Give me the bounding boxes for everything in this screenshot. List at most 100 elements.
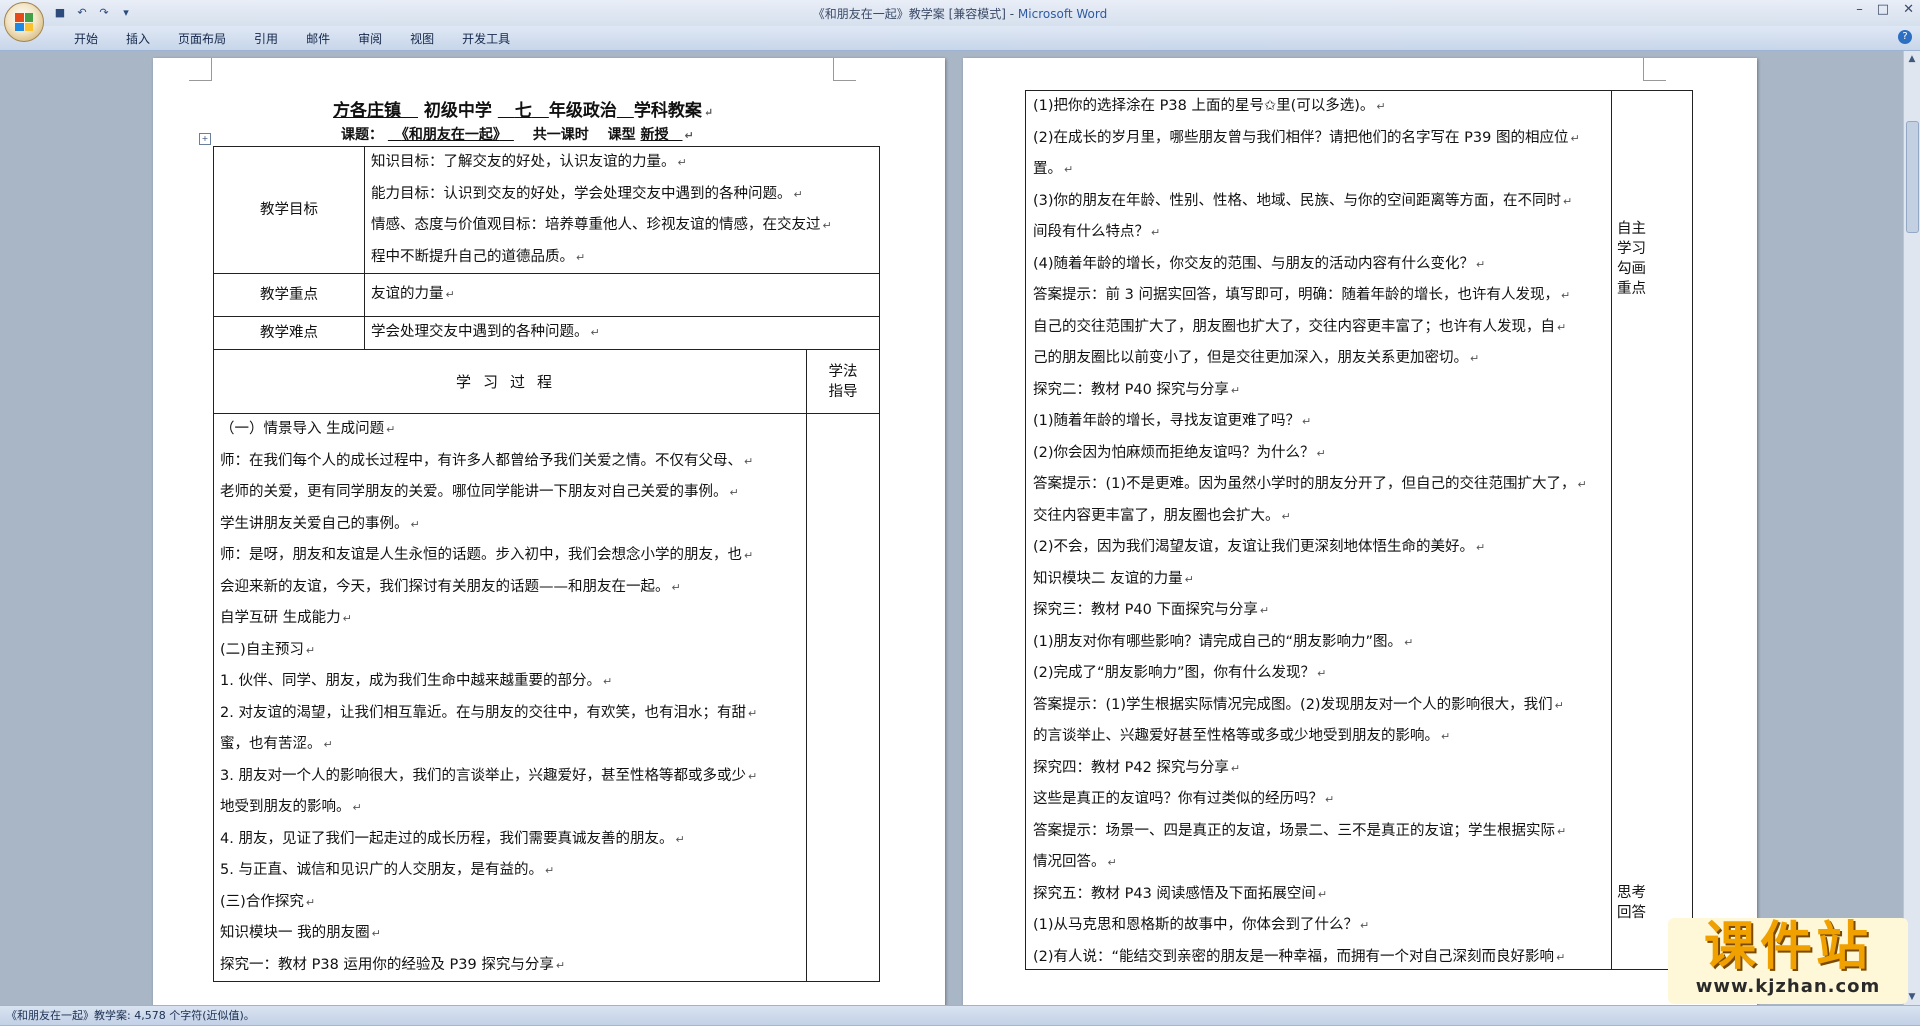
tab-0[interactable]: 开始 xyxy=(60,30,112,47)
line-text: 2. 对友谊的渴望，让我们相互靠近。在与朋友的交往中，有欢笑，也有泪水；有甜 xyxy=(220,704,746,721)
word-count-status[interactable]: 《和朋友在一起》教学案: 4,578 个字符(近似值)。 xyxy=(6,1009,255,1022)
margin-corner xyxy=(1643,58,1666,81)
line-text: (2)你会因为怕麻烦而拒绝友谊吗？为什么？ xyxy=(1033,444,1315,461)
paragraph-mark-icon: ↵ xyxy=(1470,352,1480,365)
paragraph-mark-icon: ↵ xyxy=(1259,604,1270,617)
text-line: (4)随着年龄的增长，你交友的范围、与朋友的活动内容有什么变化？ ↵ xyxy=(1033,249,1604,281)
inquiry-content: (1)把你的选择涂在 P38 上面的星号✩里(可以多选)。 ↵ (2)在成长的岁月里… xyxy=(1026,91,1612,969)
text-line: 老师的关爱，更有同学朋友的关爱。哪位同学能讲一下朋友对自己关爱的事例。 ↵ xyxy=(220,477,800,509)
line-text: 知识模块一 我的朋友圈 xyxy=(220,925,370,941)
office-button[interactable] xyxy=(4,2,44,42)
page-title: 方各庄镇 初级中学 七 年级政治 学科教案 ↵ xyxy=(333,101,714,121)
tab-7[interactable]: 开发工具 xyxy=(448,30,524,47)
process-title: 学习过程 xyxy=(214,350,807,413)
text-line: 知识目标：了解交友的好处，认识友谊的力量。 ↵ xyxy=(371,147,873,179)
paragraph-mark-icon: ↵ xyxy=(576,250,586,264)
paragraph-mark-icon: ↵ xyxy=(1556,950,1566,964)
line-text: 答案提示：(1)学生根据实际情况完成图。(2)发现朋友对一个人的影响很大，我们 xyxy=(1033,696,1553,713)
line-text: 师：是呀，朋友和友谊是人生永恒的话题。步入初中，我们会想念小学的朋友，也 xyxy=(220,547,742,563)
paragraph-mark-icon: ↵ xyxy=(747,706,758,720)
office-logo-icon xyxy=(15,13,33,31)
tab-1[interactable]: 插入 xyxy=(112,30,164,47)
tab-4[interactable]: 邮件 xyxy=(292,30,344,47)
margin-corner xyxy=(189,58,212,81)
text-line: 自己的交往范围扩大了，朋友圈也扩大了，交往内容更丰富了；也许有人发现，自 ↵ xyxy=(1033,312,1604,344)
key-row: 教学重点 友谊的力量 ↵ xyxy=(214,274,879,317)
paragraph-mark-icon: ↵ xyxy=(1317,887,1328,901)
lesson-plan-table: 教学目标 知识目标：了解交友的好处，认识友谊的力量。 ↵ 能力目标：认识到交友的好处… xyxy=(213,146,880,982)
help-icon[interactable]: ? xyxy=(1898,30,1912,44)
scroll-up-icon[interactable]: ▲ xyxy=(1904,51,1920,67)
tab-2[interactable]: 页面布局 xyxy=(164,30,240,47)
paragraph-mark-icon: ↵ xyxy=(1151,226,1161,239)
tab-3[interactable]: 引用 xyxy=(240,30,292,47)
difficulty-row: 教学难点 学会处理交友中遇到的各种问题。 ↵ xyxy=(214,317,879,350)
line-text: 探究一：教材 P38 运用你的经验及 P39 探究与分享 xyxy=(220,956,554,973)
line-text: (2)不会，因为我们渴望友谊，友谊让我们更深刻地体悟生命的美好。 xyxy=(1033,539,1475,555)
table-move-handle-icon[interactable]: + xyxy=(199,133,211,145)
paragraph-mark-icon: ↵ xyxy=(1316,446,1326,460)
scroll-thumb[interactable] xyxy=(1906,121,1919,233)
process-content: （一）情景导入 生成问题 ↵ 师：在我们每个人的成长过程中，有许多人都曾给予我们关爱… xyxy=(214,414,807,981)
text-line: 5. 与正直、诚信和见识广的人交朋友，是有益的。 ↵ xyxy=(220,855,800,887)
line-text: 知识目标：了解交友的好处，认识友谊的力量。 xyxy=(371,154,676,170)
text-line: 间段有什么特点？ ↵ xyxy=(1033,217,1604,249)
text-line: 地受到朋友的影响。 ↵ xyxy=(220,792,800,824)
paragraph-mark-icon: ↵ xyxy=(1184,572,1194,586)
line-text: 答案提示：前 3 问据实回答，填写即可，明确：随着年龄的增长，也许有人发现， xyxy=(1033,287,1559,303)
text-line: 答案提示：(1)学生根据实际情况完成图。(2)发现朋友对一个人的影响很大，我们 ↵ xyxy=(1033,690,1604,722)
text-line: (2)在成长的岁月里，哪些朋友曾与我们相伴？请把他们的名字写在 P39 图的相应… xyxy=(1033,123,1604,155)
line-text: 3. 朋友对一个人的影响很大，我们的言谈举止，兴趣爱好，甚至性格等都或多或少 xyxy=(220,767,746,784)
line-text: 老师的关爱，更有同学朋友的关爱。哪位同学能讲一下朋友对自己关爱的事例。 xyxy=(220,484,728,500)
paragraph-mark-icon: ↵ xyxy=(410,517,420,531)
text-line: (2)你会因为怕麻烦而拒绝友谊吗？为什么？ ↵ xyxy=(1033,438,1604,470)
tab-5[interactable]: 审阅 xyxy=(344,30,396,47)
paragraph-mark-icon: ↵ xyxy=(386,423,396,436)
line-text: 己的朋友圈比以前变小了，但是交往更加深入，朋友关系更加密切。 xyxy=(1033,350,1468,366)
line-text: (1)随着年龄的增长，寻找友谊更难了吗？ xyxy=(1033,413,1301,429)
minimize-button[interactable]: – xyxy=(1856,2,1863,17)
line-text: 地受到朋友的影响。 xyxy=(220,799,351,815)
paragraph-mark-icon: ↵ xyxy=(1563,194,1573,208)
close-button[interactable]: ✕ xyxy=(1903,2,1914,17)
paragraph-mark-icon: ↵ xyxy=(677,156,687,169)
side-note-line: 勾画 xyxy=(1617,261,1646,277)
maximize-button[interactable]: □ xyxy=(1877,2,1889,17)
paragraph-mark-icon: ↵ xyxy=(371,927,381,940)
paragraph-mark-icon: ↵ xyxy=(675,832,685,846)
text-line: (1)朋友对你有哪些影响？请完成自己的“朋友影响力”图。 ↵ xyxy=(1033,627,1604,659)
text-line: 情况回答。 ↵ xyxy=(1033,847,1604,879)
lesson-topic-line: 课题： 《和朋友在一起》 共一课时 课型 新授 ↵ xyxy=(341,127,694,143)
paragraph-mark-icon: ↵ xyxy=(1281,509,1291,523)
text-line: 己的朋友圈比以前变小了，但是交往更加深入，朋友关系更加密切。 ↵ xyxy=(1033,343,1604,375)
method-column xyxy=(807,414,879,981)
side-note-line: 自主 xyxy=(1617,221,1646,237)
line-text: (2)有人说：“能结交到亲密的朋友是一种幸福，而拥有一个对自己深刻而良好影响 xyxy=(1033,948,1555,965)
text-line: (3)你的朋友在年龄、性别、性格、地域、民族、与你的空间距离等方面，在不同时 ↵ xyxy=(1033,186,1604,218)
line-text: 交往内容更丰富了，朋友圈也会扩大。 xyxy=(1033,507,1280,524)
line-text: 自己的交往范围扩大了，朋友圈也扩大了，交往内容更丰富了；也许有人发现，自 xyxy=(1033,318,1555,335)
text-line: 答案提示：(1)不是更难。因为虽然小学时的朋友分开了，但自己的交往范围扩大了， ↵ xyxy=(1033,469,1604,501)
paragraph-mark-icon: ↵ xyxy=(1404,635,1414,649)
text-line: 师：在我们每个人的成长过程中，有许多人都曾给予我们关爱之情。不仅有父母、 ↵ xyxy=(220,446,800,478)
text-line: 自学互研 生成能力 ↵ xyxy=(220,603,800,635)
line-text: (1)把你的选择涂在 P38 上面的星号✩里(可以多选)。 xyxy=(1033,98,1375,114)
line-text: 探究四：教材 P42 探究与分享 xyxy=(1033,759,1229,776)
tab-6[interactable]: 视图 xyxy=(396,30,448,47)
line-text: (1)朋友对你有哪些影响？请完成自己的“朋友影响力”图。 xyxy=(1033,633,1403,650)
paragraph-mark-icon: ↵ xyxy=(305,643,316,657)
paragraph-mark-icon: ↵ xyxy=(1441,730,1451,743)
line-text: 知识模块二 友谊的力量 xyxy=(1033,570,1183,587)
paragraph-mark-icon: ↵ xyxy=(747,769,758,783)
line-text: 答案提示：(1)不是更难。因为虽然小学时的朋友分开了，但自己的交往范围扩大了， xyxy=(1033,476,1576,492)
text-line: 2. 对友谊的渴望，让我们相互靠近。在与朋友的交往中，有欢笑，也有泪水；有甜 ↵ xyxy=(220,698,800,730)
line-text: 答案提示：场景一、四是真正的友谊，场景二、三不是真正的友谊；学生根据实际 xyxy=(1033,822,1555,839)
process-body: （一）情景导入 生成问题 ↵ 师：在我们每个人的成长过程中，有许多人都曾给予我们关爱… xyxy=(214,414,879,981)
paragraph-mark-icon: ↵ xyxy=(1560,289,1571,302)
line-text: 学生讲朋友关爱自己的事例。 xyxy=(220,515,409,532)
window-title: 《和朋友在一起》教学案 [兼容模式] - Microsoft Word xyxy=(812,7,1108,21)
line-text: 5. 与正直、诚信和见识广的人交朋友，是有益的。 xyxy=(220,862,543,878)
process-header: 学习过程 学法指导 xyxy=(214,350,879,414)
vertical-scrollbar[interactable]: ▲ ▼ xyxy=(1903,51,1920,1005)
text-line: (二)自主预习 ↵ xyxy=(220,635,800,667)
